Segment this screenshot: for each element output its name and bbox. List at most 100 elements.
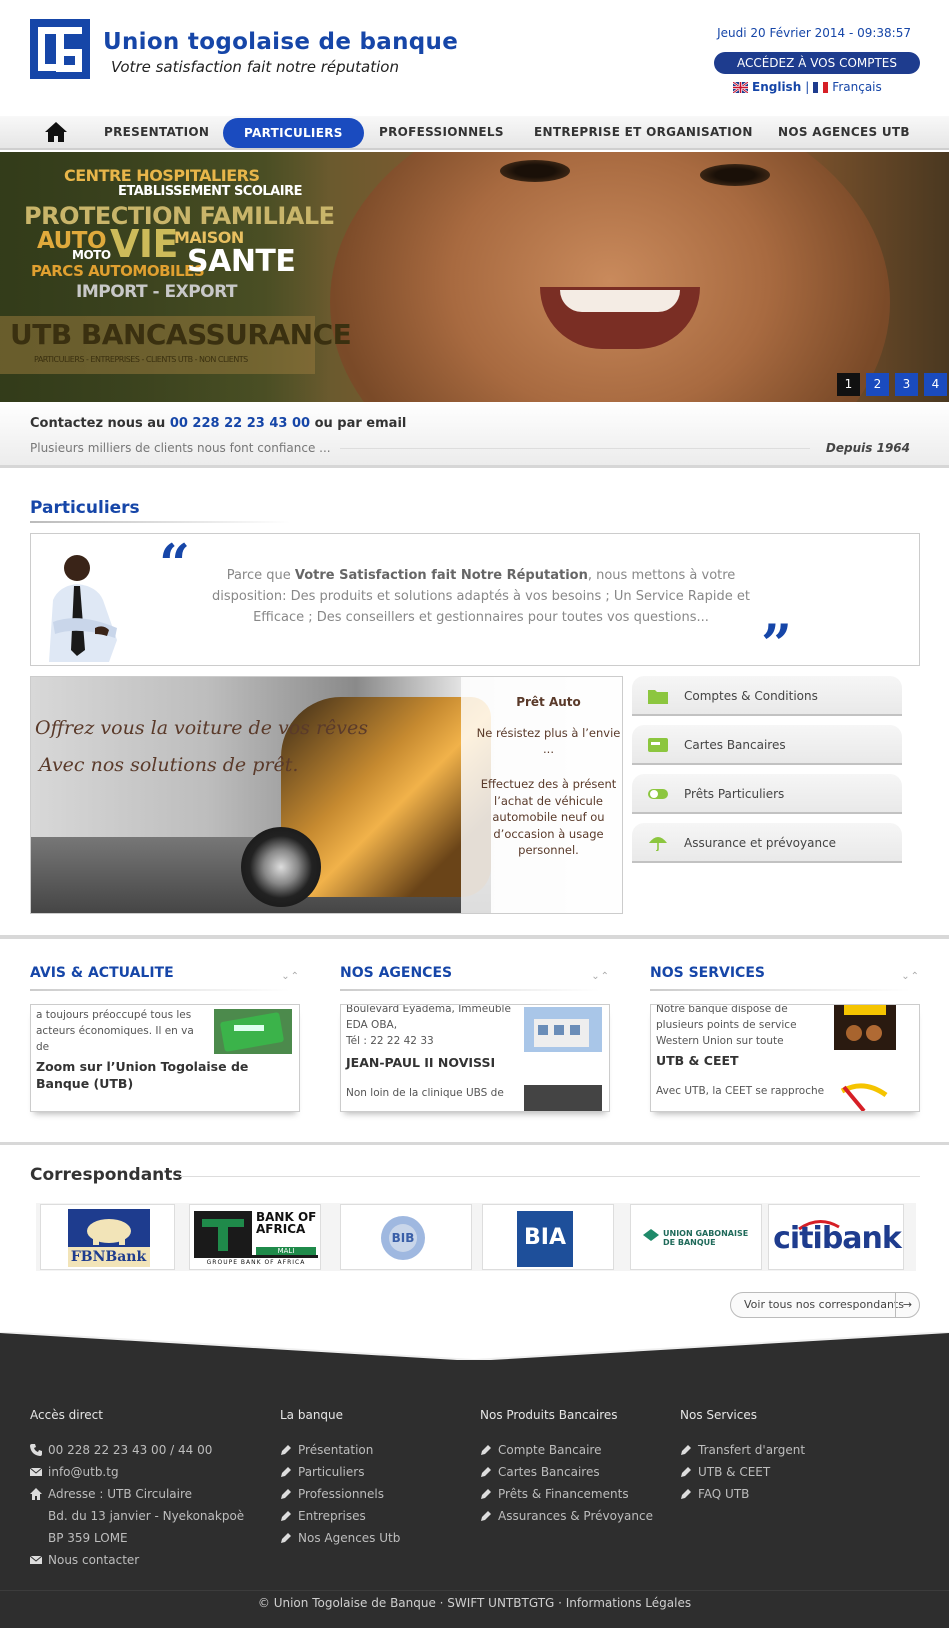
footer-link[interactable]: Particuliers bbox=[280, 1461, 400, 1483]
nav-particuliers[interactable]: PARTICULIERS bbox=[223, 118, 364, 148]
banner-word: CENTRE HOSPITALIERS bbox=[64, 166, 260, 185]
nav-entreprise[interactable]: ENTREPRISE ET ORGANISATION bbox=[534, 116, 753, 148]
uk-flag-icon[interactable] bbox=[733, 81, 748, 93]
slide-dot-4[interactable]: 4 bbox=[924, 373, 947, 396]
nav-presentation[interactable]: PRESENTATION bbox=[104, 116, 209, 148]
news-scroll-arrows-icon[interactable]: ⌄⌃ bbox=[281, 971, 300, 982]
promo-headline-2: Avec nos solutions de prêt. bbox=[39, 754, 299, 776]
all-correspondants-button[interactable]: Voir tous nos correspondants → bbox=[730, 1292, 920, 1318]
banner-word: PROTECTION FAMILIALE bbox=[24, 202, 335, 230]
brand-name[interactable]: Union togolaise de banque bbox=[103, 29, 458, 55]
footer-link[interactable]: Compte Bancaire bbox=[480, 1439, 653, 1461]
services-title[interactable]: NOS SERVICES bbox=[650, 965, 920, 981]
banner-photo-eye bbox=[700, 164, 770, 186]
nav-agences[interactable]: NOS AGENCES UTB bbox=[778, 116, 910, 148]
agencies-title[interactable]: NOS AGENCES bbox=[340, 965, 610, 981]
lang-french-link[interactable]: Français bbox=[832, 80, 881, 94]
footer-link[interactable]: Transfert d'argent bbox=[680, 1439, 805, 1461]
services-headline[interactable]: UTB & CEET bbox=[656, 1052, 906, 1069]
contact-phone[interactable]: 00 228 22 23 43 00 bbox=[170, 416, 310, 431]
column-underline bbox=[650, 989, 910, 991]
bia-logo-text: BIA bbox=[524, 1225, 566, 1250]
home-icon[interactable] bbox=[44, 121, 68, 143]
slide-dot-3[interactable]: 3 bbox=[895, 373, 918, 396]
nav-professionnels[interactable]: PROFESSIONNELS bbox=[379, 116, 504, 148]
access-accounts-button[interactable]: ACCÉDEZ À VOS COMPTES bbox=[714, 52, 920, 74]
pencil-icon bbox=[281, 1489, 291, 1499]
footer-link[interactable]: Nos Agences Utb bbox=[280, 1527, 400, 1549]
promo-headline-1: Offrez vous la voiture de vos rêves bbox=[35, 717, 369, 739]
correspondant-logo-citibank[interactable]: citibank bbox=[768, 1204, 904, 1270]
footer-link-label: Compte Bancaire bbox=[498, 1443, 602, 1457]
slide-dot-2[interactable]: 2 bbox=[866, 373, 889, 396]
folder-icon bbox=[648, 690, 668, 704]
correspondant-logo-bia[interactable]: BIA bbox=[482, 1204, 614, 1270]
western-union-thumbnail bbox=[834, 1005, 896, 1050]
footer-link-label: Nos Agences Utb bbox=[298, 1531, 401, 1545]
pencil-icon bbox=[681, 1445, 691, 1455]
footer-link[interactable]: Prêts & Financements bbox=[480, 1483, 653, 1505]
banner-word: IMPORT - EXPORT bbox=[76, 282, 238, 302]
footer-link-label: Transfert d'argent bbox=[698, 1443, 806, 1457]
footer-link[interactable]: Entreprises bbox=[280, 1505, 400, 1527]
services-scroll-arrows-icon[interactable]: ⌄⌃ bbox=[901, 971, 920, 982]
footer-link[interactable]: Présentation bbox=[280, 1439, 400, 1461]
banner-word: VIE bbox=[110, 222, 179, 266]
agency-thumbnail bbox=[524, 1085, 602, 1111]
mail-icon bbox=[30, 1467, 42, 1476]
footer-link[interactable]: Assurances & Prévoyance bbox=[480, 1505, 653, 1527]
car-loan-promo[interactable]: Offrez vous la voiture de vos rêves Avec… bbox=[30, 676, 623, 914]
footer-address: Adresse : UTB Circulaire bbox=[30, 1483, 244, 1505]
contact-rule bbox=[340, 448, 810, 449]
quote-text: Parce que Votre Satisfaction fait Notre … bbox=[201, 565, 761, 628]
tab-cartes[interactable]: Cartes Bancaires bbox=[632, 725, 902, 765]
date-time: Jeudi 20 Février 2014 - 09:38:57 bbox=[717, 26, 911, 40]
contact-suffix: ou par email bbox=[314, 416, 407, 431]
footer-link-label: Professionnels bbox=[298, 1487, 385, 1501]
utb-logo[interactable] bbox=[30, 19, 90, 79]
banner-word: SANTE bbox=[187, 244, 296, 279]
column-underline bbox=[340, 989, 600, 991]
news-box: a toujours préoccupé tous les acteurs éc… bbox=[30, 1004, 300, 1112]
agencies-scroll-arrows-icon[interactable]: ⌄⌃ bbox=[591, 971, 610, 982]
tab-comptes[interactable]: Comptes & Conditions bbox=[632, 676, 902, 716]
services-snippet-2: Avec UTB, la CEET se rapproche bbox=[656, 1085, 825, 1097]
footer-wave bbox=[0, 1332, 949, 1360]
pencil-icon bbox=[481, 1511, 491, 1521]
main-nav: PRESENTATION PARTICULIERS PROFESSIONNELS… bbox=[0, 116, 949, 150]
footer-link-label: FAQ UTB bbox=[698, 1487, 750, 1501]
citibank-logo-text: citibank bbox=[773, 1221, 902, 1256]
correspondant-logo-fbn[interactable]: FBNBank bbox=[40, 1204, 175, 1270]
news-headline[interactable]: Zoom sur l’Union Togolaise de Banque (UT… bbox=[36, 1058, 286, 1092]
correspondant-logo-boa[interactable]: BANK OF AFRICA MALI GROUPE BANK OF AFRIC… bbox=[189, 1204, 321, 1270]
footer-link[interactable]: Cartes Bancaires bbox=[480, 1461, 653, 1483]
correspondant-logo-ugb[interactable]: UNION GABONAISE DE BANQUE bbox=[630, 1204, 762, 1270]
lang-english-link[interactable]: English bbox=[752, 80, 801, 94]
footer-phone[interactable]: 00 228 22 23 43 00 / 44 00 bbox=[30, 1439, 244, 1461]
agency-headline[interactable]: JEAN-PAUL II NOVISSI bbox=[346, 1054, 596, 1071]
correspondant-logo-bib[interactable]: BIB bbox=[340, 1204, 472, 1270]
footer-col-products: Nos Produits Bancaires Compte Bancaire C… bbox=[480, 1408, 653, 1527]
slide-dot-1[interactable]: 1 bbox=[837, 373, 860, 396]
footer-link-label: Entreprises bbox=[298, 1509, 366, 1523]
tab-assurance[interactable]: Assurance et prévoyance bbox=[632, 823, 902, 863]
toggle-icon bbox=[648, 789, 668, 799]
page: Union togolaise de banque Votre satisfac… bbox=[0, 0, 949, 1628]
correspondants-rule bbox=[180, 1176, 920, 1177]
promo-text-1: Ne résistez plus à l’envie ... bbox=[476, 726, 621, 756]
banner-photo bbox=[330, 152, 890, 402]
footer-email[interactable]: info@utb.tg bbox=[30, 1461, 244, 1483]
news-title[interactable]: AVIS & ACTUALITE bbox=[30, 965, 300, 981]
footer-contact-link[interactable]: Nous contacter bbox=[30, 1549, 244, 1571]
footer-heading: Nos Services bbox=[680, 1408, 757, 1422]
footer-heading: La banque bbox=[280, 1408, 344, 1422]
tab-prets[interactable]: Prêts Particuliers bbox=[632, 774, 902, 814]
fr-flag-icon[interactable] bbox=[813, 81, 829, 93]
footer-copyright[interactable]: © Union Togolaise de Banque · SWIFT UNTB… bbox=[0, 1596, 949, 1610]
hero-banner[interactable]: CENTRE HOSPITALIERS ETABLISSEMENT SCOLAI… bbox=[0, 152, 949, 402]
footer-link[interactable]: Professionnels bbox=[280, 1483, 400, 1505]
footer-link[interactable]: UTB & CEET bbox=[680, 1461, 805, 1483]
banner-word: MOTO bbox=[72, 248, 111, 262]
footer-email-text: info@utb.tg bbox=[48, 1465, 119, 1479]
footer-link[interactable]: FAQ UTB bbox=[680, 1483, 805, 1505]
